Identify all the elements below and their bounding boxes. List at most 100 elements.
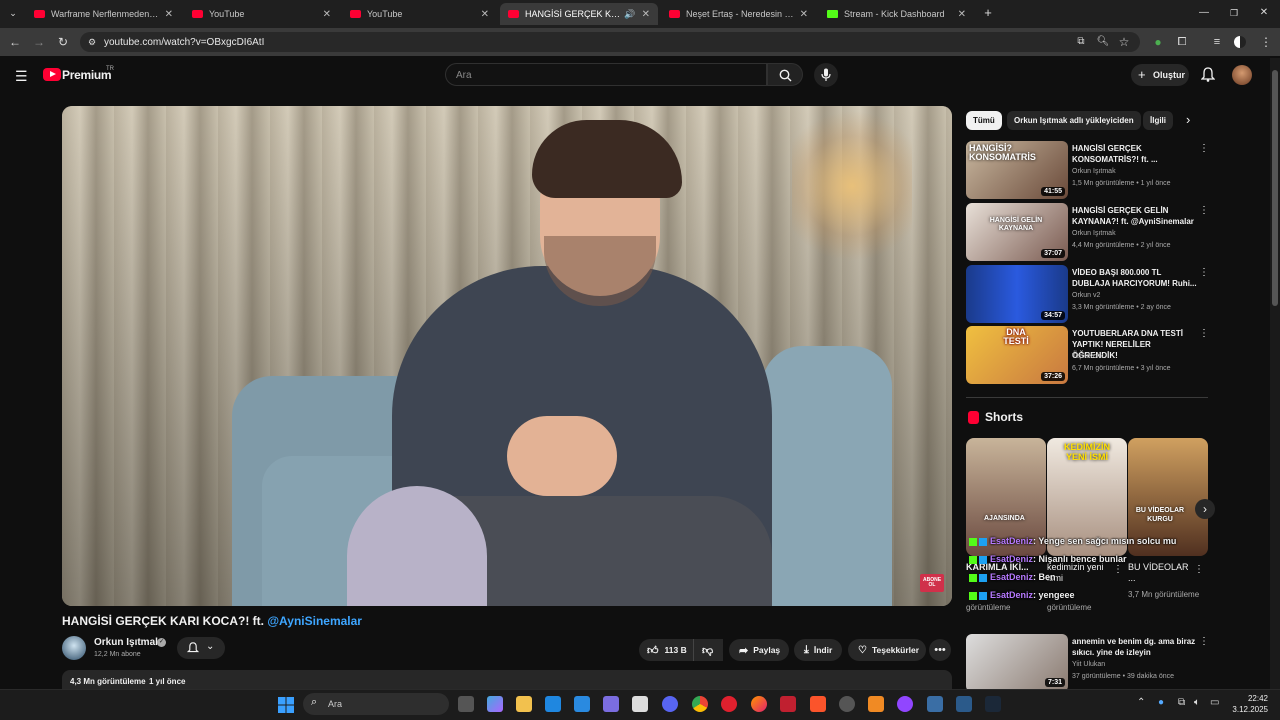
youtube-logo-text[interactable]: Premium	[62, 68, 112, 82]
browser-tab[interactable]: Stream - Kick Dashboard ✕	[819, 3, 974, 25]
channel-name[interactable]: Orkun Işıtmak	[1072, 168, 1116, 175]
video-thumbnail[interactable]: DNA TESTİ 37:26	[966, 326, 1068, 384]
steam-icon[interactable]	[985, 696, 1001, 712]
chip-all[interactable]: Tümü	[966, 111, 1002, 130]
video-thumbnail[interactable]: 34:57	[966, 265, 1068, 323]
file-explorer-icon[interactable]	[516, 696, 532, 712]
hamburger-menu-icon[interactable]: ☰	[15, 68, 28, 85]
video-thumbnail[interactable]: HANGİSİ GELİN KAYNANA 37:07	[966, 203, 1068, 261]
app-icon[interactable]	[927, 696, 943, 712]
tab-close-icon[interactable]: ✕	[642, 9, 650, 20]
tab-close-icon[interactable]: ✕	[481, 9, 489, 20]
browser-tab[interactable]: Warframe Nerflenmeden Ö ✕	[26, 3, 181, 25]
twitch-icon[interactable]	[897, 696, 913, 712]
shorts-next-chevron-icon[interactable]: ›	[1195, 499, 1215, 519]
vlc-icon[interactable]	[868, 696, 884, 712]
video-title[interactable]: HANGİSİ GERÇEK GELİN KAYNANA?! ft. @Ayni…	[1072, 205, 1198, 227]
description-box[interactable]: 4,3 Mn görüntüleme 1 yıl önce	[62, 670, 952, 690]
chips-next-chevron-icon[interactable]: ›	[1186, 112, 1190, 127]
clock-date[interactable]: 3.12.2025	[1226, 705, 1268, 714]
browser-tab-active[interactable]: HANGİSİ GERÇEK KARI KO 🔊 ✕	[500, 3, 658, 25]
browser-tab[interactable]: YouTube ✕	[342, 3, 497, 25]
more-vertical-icon[interactable]: ⋮	[1194, 564, 1204, 575]
reload-icon[interactable]: ↻	[55, 34, 71, 50]
video-title[interactable]: VİDEO BAŞI 800.000 TL DUBLAJA HARCIYORUM…	[1072, 267, 1198, 289]
channel-watermark[interactable]: ABONE OL	[920, 574, 944, 592]
recommended-video[interactable]: DNA TESTİ 37:26 YOUTUBERLARA DNA TESTİ Y…	[966, 326, 1211, 384]
channel-name[interactable]: Orkun Işıtmak	[1072, 230, 1116, 237]
video-title[interactable]: annemin ve benim dg. ama biraz sıkıcı. y…	[1072, 636, 1198, 658]
browser-tab[interactable]: Neşet Ertaş - Neredesin Sen (A ✕	[661, 3, 816, 25]
vivaldi-icon[interactable]	[780, 696, 796, 712]
thanks-button[interactable]: ♡ Teşekkürler	[848, 639, 926, 661]
mail-icon[interactable]	[545, 696, 561, 712]
video-title[interactable]: HANGİSİ GERÇEK KONSOMATRİS?! ft. ...	[1072, 143, 1198, 165]
browser-tab[interactable]: YouTube ✕	[184, 3, 339, 25]
opera-icon[interactable]	[721, 696, 737, 712]
task-view-icon[interactable]	[458, 696, 474, 712]
minimize-window-icon[interactable]: —	[1196, 5, 1212, 21]
site-info-icon[interactable]: ⚙	[84, 34, 100, 50]
page-scrollbar[interactable]	[1270, 58, 1280, 689]
more-vertical-icon[interactable]: ⋮	[1199, 328, 1209, 339]
short-title[interactable]: kedimizin yeni ismi	[1047, 562, 1111, 584]
more-vertical-icon[interactable]: ⋮	[1199, 143, 1209, 154]
search-input[interactable]: Ara	[445, 63, 767, 86]
volume-icon[interactable]: 🔈︎	[1194, 697, 1200, 708]
share-button[interactable]: ➦ Paylaş	[729, 639, 789, 661]
video-title-mention-link[interactable]: @AyniSinemalar	[267, 614, 362, 628]
more-vertical-icon[interactable]: ⋮	[1199, 205, 1209, 216]
cast-icon[interactable]: ⧉	[1073, 34, 1089, 50]
channel-name[interactable]: Yiit Ulukan	[1072, 661, 1105, 668]
battery-icon[interactable]: ▭	[1210, 697, 1219, 708]
tab-close-icon[interactable]: ✕	[165, 9, 173, 20]
clock-time[interactable]: 22:42	[1236, 694, 1268, 703]
extension-icon[interactable]: ●	[1150, 34, 1166, 50]
scrollbar-thumb[interactable]	[1272, 70, 1278, 306]
more-vertical-icon[interactable]: ⋮	[1113, 564, 1123, 575]
tab-close-icon[interactable]: ✕	[800, 9, 808, 20]
create-button[interactable]: + Oluştur	[1131, 64, 1189, 86]
address-url[interactable]: youtube.com/watch?v=OBxgcDI6AtI	[104, 37, 264, 48]
forward-arrow-icon[interactable]: →	[31, 34, 47, 50]
short-title[interactable]: BU VİDEOLAR ...	[1128, 562, 1192, 584]
voice-search-button[interactable]	[814, 63, 838, 87]
video-player[interactable]: ABONE OL	[62, 106, 952, 606]
app-icon[interactable]	[632, 696, 648, 712]
store-icon[interactable]	[574, 696, 590, 712]
video-thumbnail[interactable]: HANGİSİ? KONSOMATRİS 41:55	[966, 141, 1068, 199]
copilot-icon[interactable]	[487, 696, 503, 712]
profile-avatar[interactable]	[1234, 36, 1246, 48]
tab-search-icon[interactable]: ⌄	[5, 5, 21, 21]
tray-chevron-up-icon[interactable]: ⌃	[1137, 697, 1145, 708]
extensions-puzzle-icon[interactable]: ⧠	[1174, 34, 1190, 50]
app-icon[interactable]	[956, 696, 972, 712]
video-thumbnail[interactable]: 7:31	[966, 634, 1068, 689]
tab-close-icon[interactable]: ✕	[323, 9, 331, 20]
network-icon[interactable]: ⧉	[1178, 697, 1185, 708]
more-actions-button[interactable]: •••	[929, 639, 951, 661]
search-button[interactable]	[767, 63, 803, 86]
recommended-video[interactable]: 7:31 annemin ve benim dg. ama biraz sıkı…	[966, 634, 1211, 689]
download-button[interactable]: ⤓ İndir	[794, 639, 842, 661]
windows-start-icon[interactable]	[278, 697, 294, 713]
taskbar-search[interactable]: ⌕ Ara	[303, 693, 449, 715]
back-arrow-icon[interactable]: ←	[7, 34, 23, 50]
brave-icon[interactable]	[810, 696, 826, 712]
youtube-logo-icon[interactable]	[43, 68, 61, 81]
chip-from-uploader[interactable]: Orkun Işıtmak adlı yükleyiciden	[1007, 111, 1141, 130]
channel-name[interactable]: Orkun v2	[1072, 292, 1100, 299]
notifications-bell-icon[interactable]	[1201, 67, 1215, 82]
restore-window-icon[interactable]: ❐	[1226, 5, 1242, 21]
more-vertical-icon[interactable]: ⋮	[1199, 267, 1209, 278]
account-avatar[interactable]	[1232, 65, 1252, 85]
browser-menu-icon[interactable]: ⋮	[1258, 34, 1274, 50]
chrome-icon[interactable]	[692, 696, 708, 712]
app-icon[interactable]	[839, 696, 855, 712]
recommended-video[interactable]: HANGİSİ? KONSOMATRİS 41:55 HANGİSİ GERÇE…	[966, 141, 1211, 199]
zoom-icon[interactable]: 🔍︎	[1095, 34, 1111, 50]
recommended-video[interactable]: HANGİSİ GELİN KAYNANA 37:07 HANGİSİ GERÇ…	[966, 203, 1211, 261]
bookmark-star-icon[interactable]: ☆	[1116, 34, 1132, 50]
recommended-video[interactable]: 34:57 VİDEO BAŞI 800.000 TL DUBLAJA HARC…	[966, 265, 1211, 323]
close-window-icon[interactable]: ✕	[1256, 5, 1272, 21]
